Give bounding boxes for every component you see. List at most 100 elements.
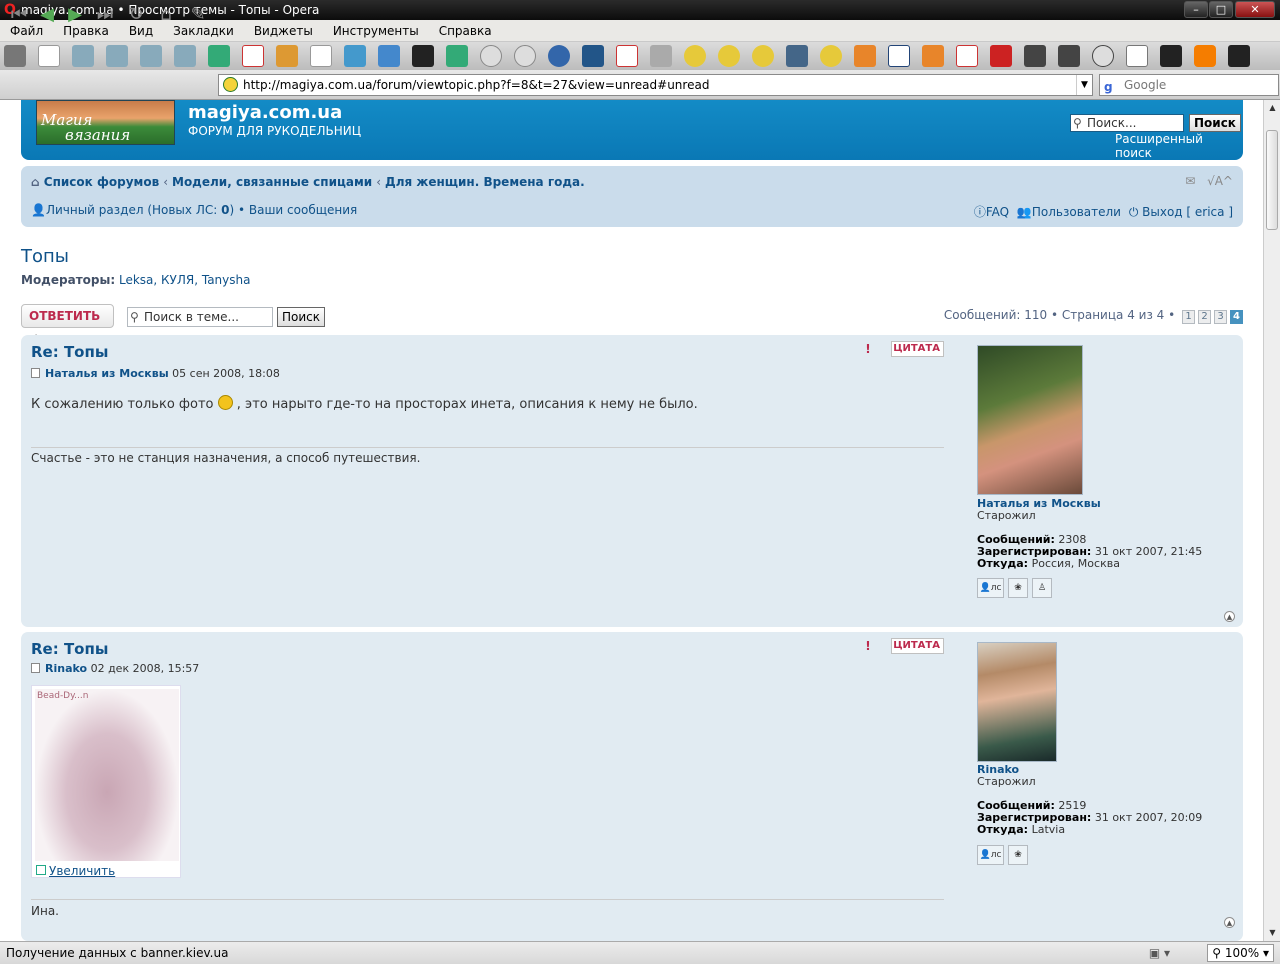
globe-icon[interactable] (344, 45, 366, 67)
reload-icon[interactable]: ↻ (125, 4, 147, 26)
report-icon[interactable]: ! (860, 638, 876, 654)
fast-forward-icon[interactable]: ⏭ (94, 4, 116, 26)
mail-icon[interactable] (616, 45, 638, 67)
post-icon[interactable] (31, 368, 40, 378)
notes-icon[interactable] (310, 45, 332, 67)
minimize-button[interactable]: – (1184, 1, 1208, 18)
r-icon[interactable] (888, 45, 910, 67)
pencil-icon[interactable] (276, 45, 298, 67)
zoom-control[interactable]: ⚲ 100% ▾ (1207, 944, 1274, 962)
page-icon[interactable] (106, 45, 128, 67)
address-dropdown-icon[interactable]: ▼ (1076, 75, 1092, 95)
satellite-icon[interactable] (650, 45, 672, 67)
scroll-up-icon[interactable]: ▲ (1264, 100, 1280, 116)
page-icon[interactable] (38, 45, 60, 67)
icq-icon[interactable]: ❀ (1008, 578, 1028, 598)
n-icon[interactable] (990, 45, 1012, 67)
post-title[interactable]: Re: Топы (31, 640, 108, 658)
report-icon[interactable]: ! (860, 341, 876, 357)
rewind-icon[interactable]: ⏮ (8, 4, 30, 26)
quote-button[interactable]: ЦИТАТА (891, 341, 944, 357)
site-logo[interactable]: Магия вязания (36, 100, 175, 145)
pen-icon[interactable] (1058, 45, 1080, 67)
tab-icon[interactable] (786, 45, 808, 67)
edit-icon[interactable]: ✎ (187, 4, 209, 26)
pen-icon[interactable] (1024, 45, 1046, 67)
home-icon[interactable]: ⌂ (155, 4, 177, 26)
grid-icon[interactable] (854, 45, 876, 67)
topic-search-button[interactable]: Поиск (277, 307, 326, 327)
scroll-down-icon[interactable]: ▼ (1264, 925, 1280, 941)
train-icon[interactable] (582, 45, 604, 67)
add-bookmark-icon[interactable] (4, 45, 26, 67)
post-author[interactable]: Rinako (45, 662, 87, 675)
table-icon[interactable] (1126, 45, 1148, 67)
page-icon[interactable] (174, 45, 196, 67)
attachment-image[interactable]: Bead-Dy...n (35, 689, 179, 861)
rings-icon[interactable] (1092, 45, 1114, 67)
pm-icon[interactable]: 👤лс (977, 845, 1004, 865)
breadcrumb-knitting-models[interactable]: Модели, связанные спицами (172, 175, 372, 189)
file-icon[interactable] (1228, 45, 1250, 67)
post-author[interactable]: Наталья из Москвы (45, 367, 169, 380)
members-link[interactable]: Пользователи (1032, 205, 1121, 219)
skype-icon[interactable]: ♙ (1032, 578, 1052, 598)
back-to-top-icon[interactable]: ▲ (1224, 611, 1235, 622)
a-icon[interactable] (956, 45, 978, 67)
maximize-button[interactable]: □ (1209, 1, 1233, 18)
page-icon[interactable] (140, 45, 162, 67)
c-icon[interactable] (752, 45, 774, 67)
pm-icon[interactable]: 👤лс (977, 578, 1004, 598)
wheel-icon[interactable] (480, 45, 502, 67)
wheel-icon[interactable] (514, 45, 536, 67)
forward-icon[interactable]: ▶ (64, 4, 86, 26)
page-icon[interactable] (72, 45, 94, 67)
grid-icon[interactable] (922, 45, 944, 67)
site-search-input[interactable]: Поиск... (1070, 114, 1184, 132)
web-search-field[interactable]: g Google (1099, 74, 1279, 96)
scrollbar-thumb[interactable] (1266, 130, 1278, 230)
menu-help[interactable]: Справка (429, 24, 502, 38)
google-icon[interactable] (208, 45, 230, 67)
your-posts-link[interactable]: Ваши сообщения (249, 203, 357, 217)
vertical-scrollbar[interactable]: ▲ ▼ (1263, 100, 1280, 941)
google-icon[interactable] (446, 45, 468, 67)
enlarge-link[interactable]: Увеличить (36, 864, 115, 878)
page-link[interactable]: 3 (1214, 310, 1227, 324)
site-search-button[interactable]: Поиск (1189, 114, 1241, 132)
file-icon[interactable] (1160, 45, 1182, 67)
x-icon[interactable] (378, 45, 400, 67)
page-link[interactable]: 2 (1198, 310, 1211, 324)
quote-button[interactable]: ЦИТАТА (891, 638, 944, 654)
logout-link[interactable]: Выход [ erica ] (1142, 205, 1233, 219)
close-button[interactable]: ✕ (1235, 1, 1275, 18)
c-icon[interactable] (820, 45, 842, 67)
topic-title[interactable]: Топы (21, 246, 69, 267)
back-to-top-icon[interactable]: ▲ (1224, 917, 1235, 928)
menu-tools[interactable]: Инструменты (323, 24, 429, 38)
reply-button[interactable]: ОТВЕТИТЬ ⇙ (21, 304, 114, 345)
a-icon[interactable] (242, 45, 264, 67)
back-icon[interactable]: ◀ (36, 4, 58, 26)
font-size-icon[interactable]: √A^ (1207, 174, 1233, 188)
globe-icon[interactable] (548, 45, 570, 67)
faq-link[interactable]: FAQ (986, 205, 1009, 219)
email-icon[interactable]: ✉ (1185, 174, 1195, 188)
blogger-icon[interactable] (1194, 45, 1216, 67)
camera-icon[interactable]: ▣ ▾ (1149, 942, 1170, 964)
post-icon[interactable] (31, 663, 40, 673)
c-icon[interactable] (718, 45, 740, 67)
topic-search-input[interactable]: ⚲ Поиск в теме... (127, 307, 273, 327)
dark-icon[interactable] (412, 45, 434, 67)
post-title[interactable]: Re: Топы (31, 343, 108, 361)
breadcrumb-women-seasons[interactable]: Для женщин. Времена года. (385, 175, 585, 189)
c-icon[interactable] (684, 45, 706, 67)
breadcrumb-forums[interactable]: Список форумов (44, 175, 159, 189)
page-link[interactable]: 1 (1182, 310, 1195, 324)
icq-icon[interactable]: ❀ (1008, 845, 1028, 865)
menu-widgets[interactable]: Виджеты (244, 24, 323, 38)
moderators-list[interactable]: Leksa, КУЛЯ, Tanysha (119, 273, 250, 287)
address-bar[interactable]: http://magiya.com.ua/forum/viewtopic.php… (218, 74, 1093, 96)
advanced-search-link[interactable]: Расширенный поиск (1115, 132, 1243, 160)
private-messages-link[interactable]: Личный раздел (Новых ЛС: 0) (46, 203, 234, 217)
